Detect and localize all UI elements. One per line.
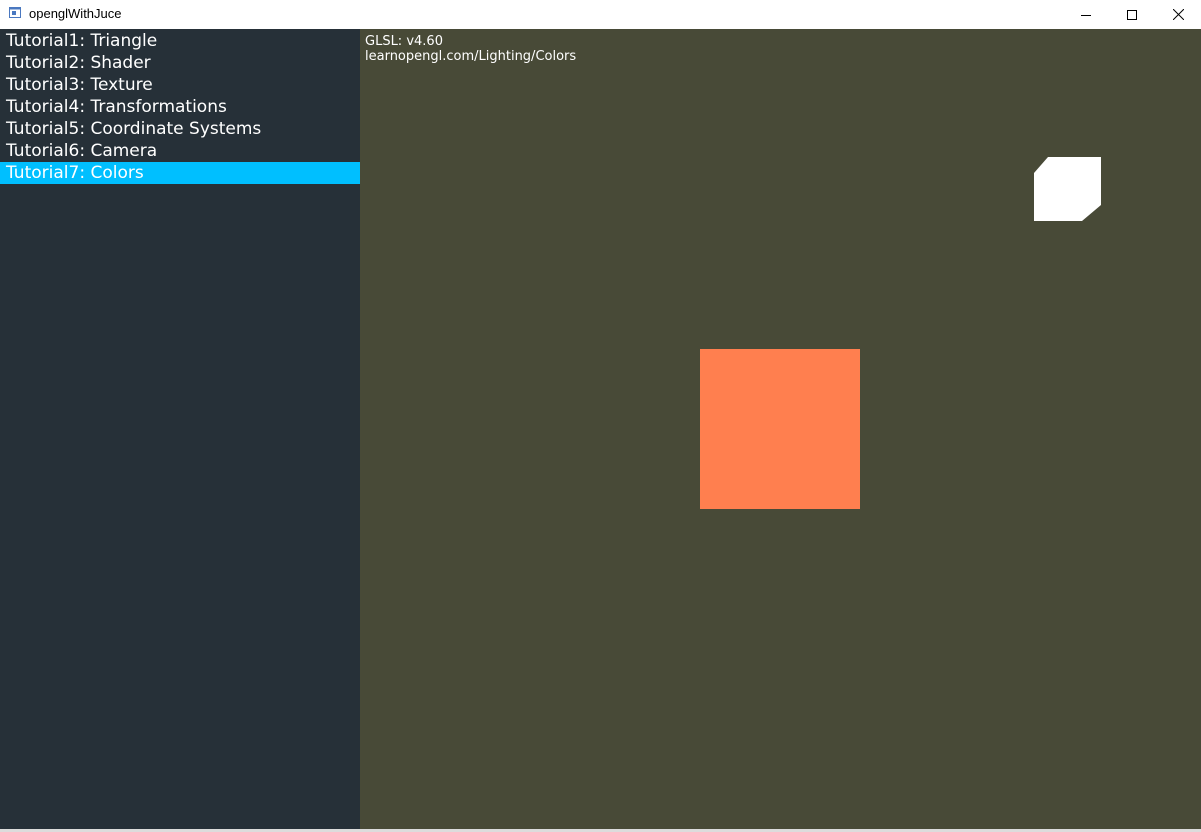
app-icon <box>9 7 21 18</box>
window-title: openglWithJuce <box>29 6 122 21</box>
title-bar: openglWithJuce <box>0 0 1201 29</box>
glsl-version-label: GLSL: v4.60 <box>365 34 443 49</box>
gl-info-overlay: GLSL: v4.60 learnopengl.com/Lighting/Col… <box>365 34 576 64</box>
opengl-viewport[interactable]: GLSL: v4.60 learnopengl.com/Lighting/Col… <box>360 29 1201 829</box>
tutorial-list: Tutorial1: Triangle Tutorial2: Shader Tu… <box>0 30 360 184</box>
sidebar-item-transformations[interactable]: Tutorial4: Transformations <box>0 96 360 118</box>
sidebar-item-shader[interactable]: Tutorial2: Shader <box>0 52 360 74</box>
lamp-cube <box>1034 157 1101 221</box>
object-cube <box>700 349 860 509</box>
sidebar-item-colors[interactable]: Tutorial7: Colors <box>0 162 360 184</box>
source-url-label: learnopengl.com/Lighting/Colors <box>365 49 577 64</box>
maximize-button[interactable] <box>1109 0 1155 29</box>
sidebar-item-texture[interactable]: Tutorial3: Texture <box>0 74 360 96</box>
maximize-icon <box>1127 9 1137 20</box>
close-icon <box>1172 9 1184 20</box>
sidebar-item-triangle[interactable]: Tutorial1: Triangle <box>0 30 360 52</box>
sidebar-item-camera[interactable]: Tutorial6: Camera <box>0 140 360 162</box>
tutorial-sidebar: Tutorial1: Triangle Tutorial2: Shader Tu… <box>0 29 360 829</box>
minimize-icon <box>1081 14 1091 16</box>
close-button[interactable] <box>1155 0 1201 29</box>
app-window: openglWithJuce Tutorial1: Triangle Tutor… <box>0 0 1201 832</box>
sidebar-item-coordinate-systems[interactable]: Tutorial5: Coordinate Systems <box>0 118 360 140</box>
minimize-button[interactable] <box>1063 0 1109 29</box>
